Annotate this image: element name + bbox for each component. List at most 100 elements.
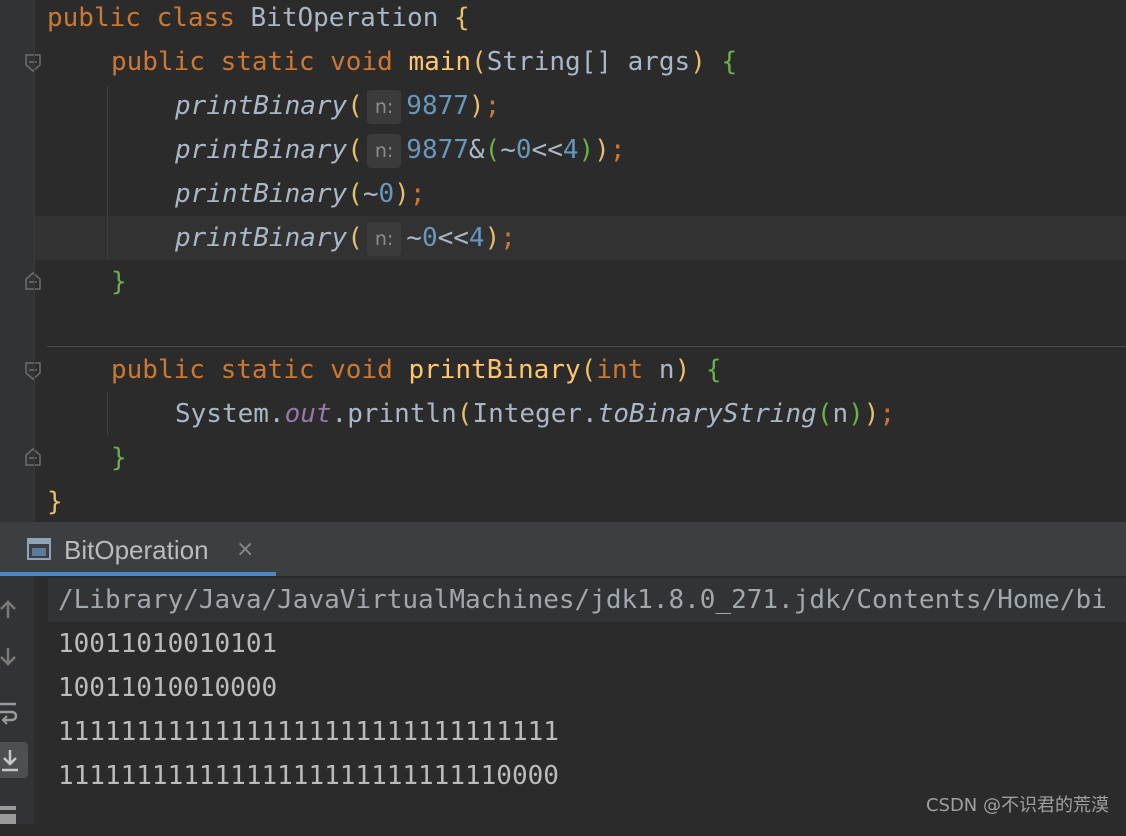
keyword: public bbox=[111, 355, 205, 385]
keyword: public bbox=[47, 3, 141, 33]
paren: ( bbox=[816, 399, 833, 429]
paren: ) bbox=[674, 355, 691, 385]
paren: ) bbox=[394, 179, 410, 209]
method-name: main bbox=[408, 47, 472, 77]
paren: ) bbox=[690, 47, 706, 77]
command-line: /Library/Java/JavaVirtualMachines/jdk1.8… bbox=[58, 585, 1107, 615]
fold-close-icon[interactable] bbox=[25, 448, 41, 466]
indent-guide bbox=[107, 86, 108, 260]
run-window-icon bbox=[27, 538, 53, 566]
semicolon: ; bbox=[879, 399, 896, 429]
keyword: static bbox=[220, 47, 315, 77]
method-name: printBinary bbox=[408, 355, 581, 385]
brace: } bbox=[47, 487, 63, 517]
semicolon: ; bbox=[500, 223, 516, 253]
keyword: class bbox=[156, 3, 235, 33]
semicolon: ; bbox=[609, 135, 626, 165]
parameter-hint: n: bbox=[366, 89, 402, 124]
paren: ( bbox=[347, 135, 363, 165]
number-literal: 0 bbox=[378, 179, 395, 209]
editor-gutter bbox=[0, 0, 34, 522]
paren: ( bbox=[347, 91, 363, 121]
code-line: public static void main(String[] args) { bbox=[111, 40, 737, 84]
operator: << bbox=[437, 223, 469, 253]
output-line: 10011010010101 bbox=[58, 629, 278, 659]
code-line: } bbox=[47, 480, 63, 522]
code-line: } bbox=[111, 260, 127, 304]
code-line: } bbox=[111, 436, 127, 480]
keyword: static bbox=[220, 355, 315, 385]
close-icon[interactable]: × bbox=[236, 537, 254, 563]
paren: ( bbox=[347, 179, 363, 209]
number-literal: 0 bbox=[515, 135, 532, 165]
semicolon: ; bbox=[484, 91, 501, 121]
static-field: out bbox=[284, 399, 332, 429]
paren: ( bbox=[347, 223, 363, 253]
class-ref: System bbox=[175, 399, 269, 429]
operator: ~ bbox=[500, 135, 516, 165]
code-line: printBinary(n: ~0<<4); bbox=[175, 216, 516, 260]
brace: } bbox=[111, 443, 127, 473]
paren: ) bbox=[468, 91, 485, 121]
fold-open-icon[interactable] bbox=[25, 362, 41, 380]
fold-open-icon[interactable] bbox=[25, 54, 41, 72]
scroll-to-end-icon[interactable] bbox=[0, 742, 28, 778]
number-literal: 9877 bbox=[406, 91, 469, 121]
code-line: printBinary(~0); bbox=[175, 172, 425, 216]
paren: ) bbox=[578, 135, 595, 165]
paren: ) bbox=[863, 399, 880, 429]
output-line: 10011010010000 bbox=[58, 673, 278, 703]
number-literal: 4 bbox=[468, 223, 485, 253]
output-line: 11111111111111111111111111111111 bbox=[58, 717, 559, 747]
keyword: public bbox=[111, 47, 205, 77]
method-call: printBinary bbox=[175, 223, 348, 253]
console-output[interactable]: /Library/Java/JavaVirtualMachines/jdk1.8… bbox=[34, 576, 1126, 824]
arrow-up-icon[interactable] bbox=[0, 590, 28, 626]
code-line: public static void printBinary(int n) { bbox=[111, 348, 722, 392]
paren: ) bbox=[594, 135, 610, 165]
indent-guide bbox=[107, 392, 108, 436]
operator: & bbox=[468, 135, 485, 165]
method-call: printBinary bbox=[175, 135, 348, 165]
brace: { bbox=[705, 355, 722, 385]
operator: ~ bbox=[406, 223, 422, 253]
operator: << bbox=[531, 135, 563, 165]
output-line: 11111111111111111111111111110000 bbox=[58, 761, 559, 791]
gutter-edge bbox=[34, 0, 35, 522]
parameter-list: String[] args bbox=[486, 47, 691, 77]
code-editor[interactable]: public class BitOperation { public stati… bbox=[0, 0, 1126, 522]
paren: ( bbox=[456, 399, 473, 429]
keyword: void bbox=[330, 355, 393, 385]
code-line: System.out.println(Integer.toBinaryStrin… bbox=[175, 399, 896, 429]
run-panel-header: BitOperation × bbox=[0, 522, 1126, 576]
brace: { bbox=[454, 3, 470, 33]
class-name: BitOperation bbox=[250, 3, 439, 33]
paren: ) bbox=[848, 399, 864, 429]
method-call: printBinary bbox=[175, 91, 348, 121]
number-literal: 4 bbox=[562, 135, 579, 165]
number-literal: 9877 bbox=[406, 135, 469, 165]
keyword: void bbox=[330, 47, 393, 77]
run-tab[interactable]: BitOperation × bbox=[0, 522, 276, 576]
operator: ~ bbox=[362, 179, 379, 209]
paren: ) bbox=[484, 223, 501, 253]
arrow-down-icon[interactable] bbox=[0, 640, 28, 676]
paren: ( bbox=[484, 135, 501, 165]
number-literal: 0 bbox=[421, 223, 438, 253]
brace: } bbox=[111, 267, 127, 297]
brace: { bbox=[721, 47, 738, 77]
code-line: public class BitOperation { bbox=[47, 0, 470, 40]
soft-wrap-icon[interactable] bbox=[0, 694, 28, 730]
method-call: println bbox=[347, 399, 457, 429]
method-call: toBinaryString bbox=[597, 399, 817, 429]
watermark: CSDN @不识君的荒漠 bbox=[925, 795, 1109, 816]
semicolon: ; bbox=[409, 179, 426, 209]
parameter: n bbox=[832, 399, 849, 429]
print-icon[interactable] bbox=[0, 796, 28, 832]
parameter-hint: n: bbox=[366, 133, 402, 168]
method-call: printBinary bbox=[175, 179, 348, 209]
fold-close-icon[interactable] bbox=[25, 272, 41, 290]
run-toolbar bbox=[0, 576, 34, 824]
code-line: printBinary(n: 9877&(~0<<4)); bbox=[175, 128, 625, 172]
parameter-hint: n: bbox=[366, 221, 402, 256]
